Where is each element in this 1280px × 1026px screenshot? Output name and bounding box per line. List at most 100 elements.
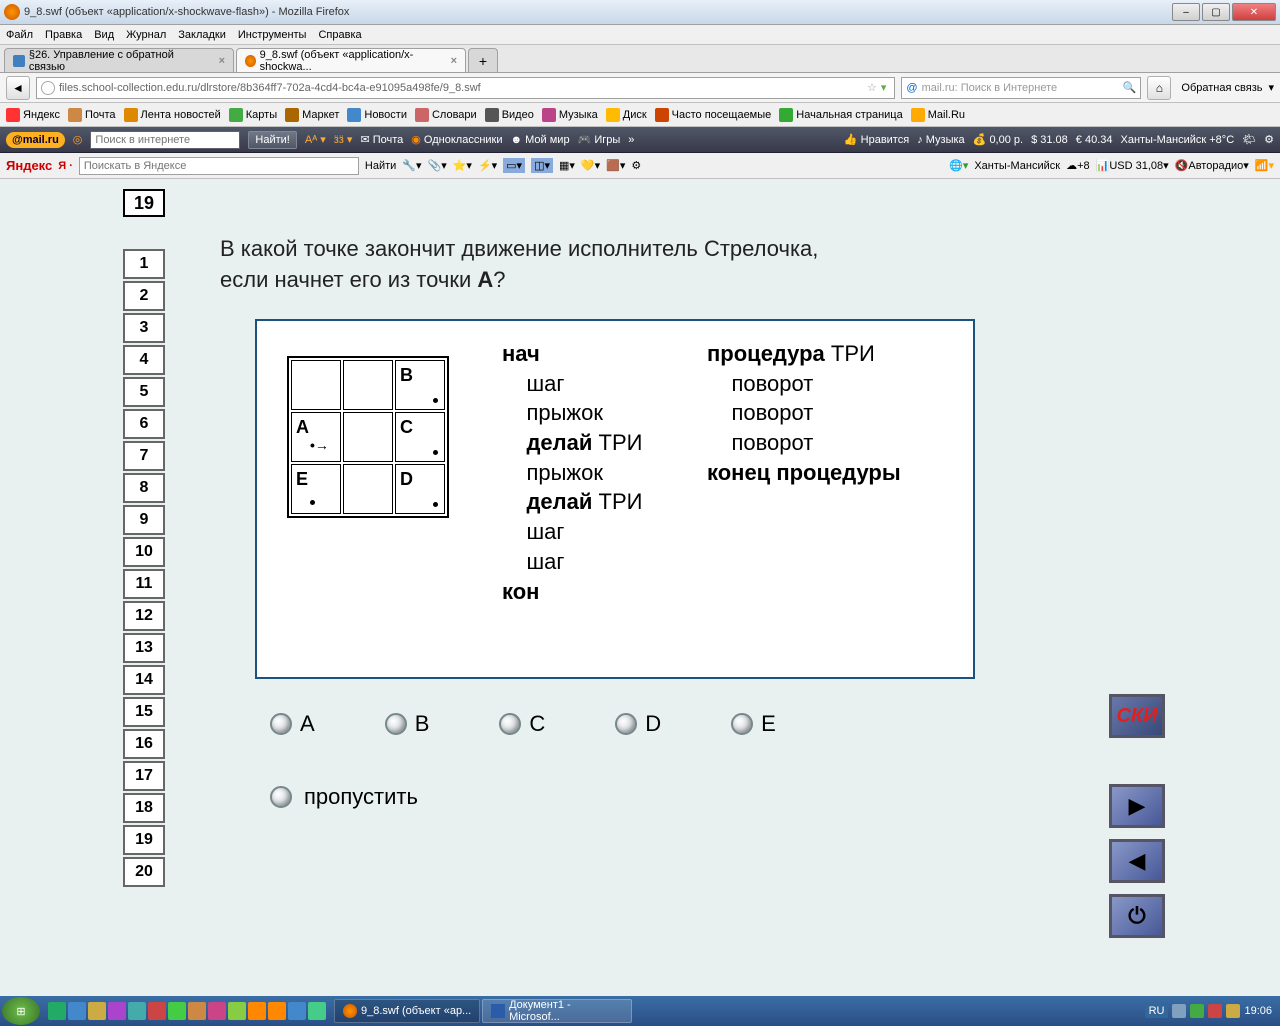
tab-2[interactable]: 9_8.swf (объект «application/x-shockwa..… xyxy=(236,48,466,72)
start-button[interactable]: ⊞ xyxy=(2,997,40,1025)
menu-file[interactable]: Файл xyxy=(6,29,33,41)
bm-startpage[interactable]: Начальная страница xyxy=(779,108,902,122)
mailru-likes[interactable]: 👍 Нравится xyxy=(844,133,909,146)
question-nav-19[interactable]: 19 xyxy=(123,825,165,855)
yandex-radio[interactable]: 🔇Авторадио▾ xyxy=(1175,159,1249,172)
question-nav-1[interactable]: 1 xyxy=(123,249,165,279)
mailru-search[interactable] xyxy=(90,131,240,149)
home-button[interactable]: ⌂ xyxy=(1147,76,1171,100)
option-B[interactable]: B xyxy=(385,711,430,737)
close-button[interactable]: ✕ xyxy=(1232,3,1276,21)
tray-icon[interactable] xyxy=(1172,1004,1186,1018)
question-nav-20[interactable]: 20 xyxy=(123,857,165,887)
bolt-icon[interactable]: ⚡▾ xyxy=(478,159,497,172)
dropdown-icon[interactable]: ▾ xyxy=(1268,81,1274,94)
tray-icon[interactable] xyxy=(1226,1004,1240,1018)
tool-icon[interactable]: 🔧▾ xyxy=(402,159,421,172)
gear-icon[interactable]: ⚙ xyxy=(631,159,641,172)
mailru-music[interactable]: ♪ Музыка xyxy=(917,134,964,146)
gear-icon[interactable]: ⚙ xyxy=(1264,133,1274,146)
text-tool-icon[interactable]: Aᴬ ▾ xyxy=(305,133,326,146)
ql-icon[interactable] xyxy=(248,1002,266,1020)
next-button[interactable]: ▶ xyxy=(1109,784,1165,828)
grid-icon[interactable]: ▦▾ xyxy=(559,159,575,172)
star-icon[interactable]: ⭐▾ xyxy=(453,159,472,172)
mailru-odno[interactable]: ◉ Одноклассники xyxy=(411,133,502,146)
stop-button[interactable]: ⏻ xyxy=(1109,894,1165,938)
option-D[interactable]: D xyxy=(615,711,661,737)
search-box[interactable]: @ mail.ru: Поиск в Интернете 🔍 xyxy=(901,77,1141,99)
prev-button[interactable]: ◀ xyxy=(1109,839,1165,883)
clip-icon[interactable]: 📎▾ xyxy=(428,159,447,172)
question-nav-12[interactable]: 12 xyxy=(123,601,165,631)
question-nav-7[interactable]: 7 xyxy=(123,441,165,471)
question-nav-9[interactable]: 9 xyxy=(123,505,165,535)
clock[interactable]: 19:06 xyxy=(1244,1005,1272,1017)
bm-novosti[interactable]: Новости xyxy=(347,108,407,122)
bm-music[interactable]: Музыка xyxy=(542,108,598,122)
bm-market[interactable]: Маркет xyxy=(285,108,339,122)
chevron-icon[interactable]: » xyxy=(628,134,634,146)
question-nav-18[interactable]: 18 xyxy=(123,793,165,823)
ql-icon[interactable] xyxy=(208,1002,226,1020)
menu-view[interactable]: Вид xyxy=(94,29,114,41)
tab-1-close-icon[interactable]: × xyxy=(219,55,225,67)
url-bar[interactable]: files.school-collection.edu.ru/dlrstore/… xyxy=(36,77,895,99)
ql-icon[interactable] xyxy=(108,1002,126,1020)
layout-icon[interactable]: ▭▾ xyxy=(503,158,525,173)
question-nav-17[interactable]: 17 xyxy=(123,761,165,791)
mailru-weather[interactable]: Ханты-Мансийск +8°C xyxy=(1120,134,1234,146)
translate-icon[interactable]: ӟӟ ▾ xyxy=(334,133,353,146)
skip-option[interactable]: пропустить xyxy=(270,784,418,810)
lang-indicator[interactable]: RU xyxy=(1145,1004,1169,1018)
block-icon[interactable]: 🟫▾ xyxy=(606,159,625,172)
question-nav-5[interactable]: 5 xyxy=(123,377,165,407)
menu-history[interactable]: Журнал xyxy=(126,29,166,41)
option-C[interactable]: C xyxy=(499,711,545,737)
bm-maps[interactable]: Карты xyxy=(229,108,277,122)
question-nav-2[interactable]: 2 xyxy=(123,281,165,311)
mailru-mail[interactable]: ✉ Почта xyxy=(360,133,403,146)
option-A[interactable]: A xyxy=(270,711,315,737)
question-nav-3[interactable]: 3 xyxy=(123,313,165,343)
bm-disk[interactable]: Диск xyxy=(606,108,647,122)
mailru-find-button[interactable]: Найти! xyxy=(248,131,296,149)
ql-icon[interactable] xyxy=(188,1002,206,1020)
ql-icon[interactable] xyxy=(148,1002,166,1020)
bm-video[interactable]: Видео xyxy=(485,108,534,122)
ql-icon[interactable] xyxy=(308,1002,326,1020)
taskbar-app-firefox[interactable]: 9_8.swf (объект «ap... xyxy=(334,999,480,1023)
bm-yandex[interactable]: Яндекс xyxy=(6,108,60,122)
question-nav-10[interactable]: 10 xyxy=(123,537,165,567)
ql-icon[interactable] xyxy=(48,1002,66,1020)
layout2-icon[interactable]: ◫▾ xyxy=(531,158,553,173)
question-nav-6[interactable]: 6 xyxy=(123,409,165,439)
question-nav-15[interactable]: 15 xyxy=(123,697,165,727)
mailru-logo[interactable]: @mail.ru xyxy=(6,132,65,148)
yandex-search[interactable] xyxy=(79,157,359,175)
menu-edit[interactable]: Правка xyxy=(45,29,82,41)
question-nav-13[interactable]: 13 xyxy=(123,633,165,663)
taskbar-app-word[interactable]: Документ1 - Microsof... xyxy=(482,999,632,1023)
bm-news[interactable]: Лента новостей xyxy=(124,108,221,122)
ql-icon[interactable] xyxy=(88,1002,106,1020)
question-nav-8[interactable]: 8 xyxy=(123,473,165,503)
minimize-button[interactable]: – xyxy=(1172,3,1200,21)
mailru-games[interactable]: 🎮 Игры xyxy=(578,133,621,146)
tab-2-close-icon[interactable]: × xyxy=(451,55,457,67)
tray-icon[interactable] xyxy=(1208,1004,1222,1018)
ql-icon[interactable] xyxy=(288,1002,306,1020)
option-E[interactable]: E xyxy=(731,711,776,737)
signal-icon[interactable]: 📶▾ xyxy=(1255,159,1274,172)
mailru-money[interactable]: 💰 0,00 р. xyxy=(973,133,1023,146)
back-button[interactable]: ◄ xyxy=(6,76,30,100)
mailru-moimir[interactable]: ☻ Мой мир xyxy=(511,134,570,146)
bm-mail[interactable]: Почта xyxy=(68,108,116,122)
bm-mailru[interactable]: Mail.Ru xyxy=(911,108,965,122)
menu-tools[interactable]: Инструменты xyxy=(238,29,307,41)
question-nav-16[interactable]: 16 xyxy=(123,729,165,759)
question-nav-14[interactable]: 14 xyxy=(123,665,165,695)
bookmark-star-icon[interactable]: ☆ xyxy=(867,81,877,94)
menu-bookmarks[interactable]: Закладки xyxy=(178,29,226,41)
ql-icon[interactable] xyxy=(128,1002,146,1020)
